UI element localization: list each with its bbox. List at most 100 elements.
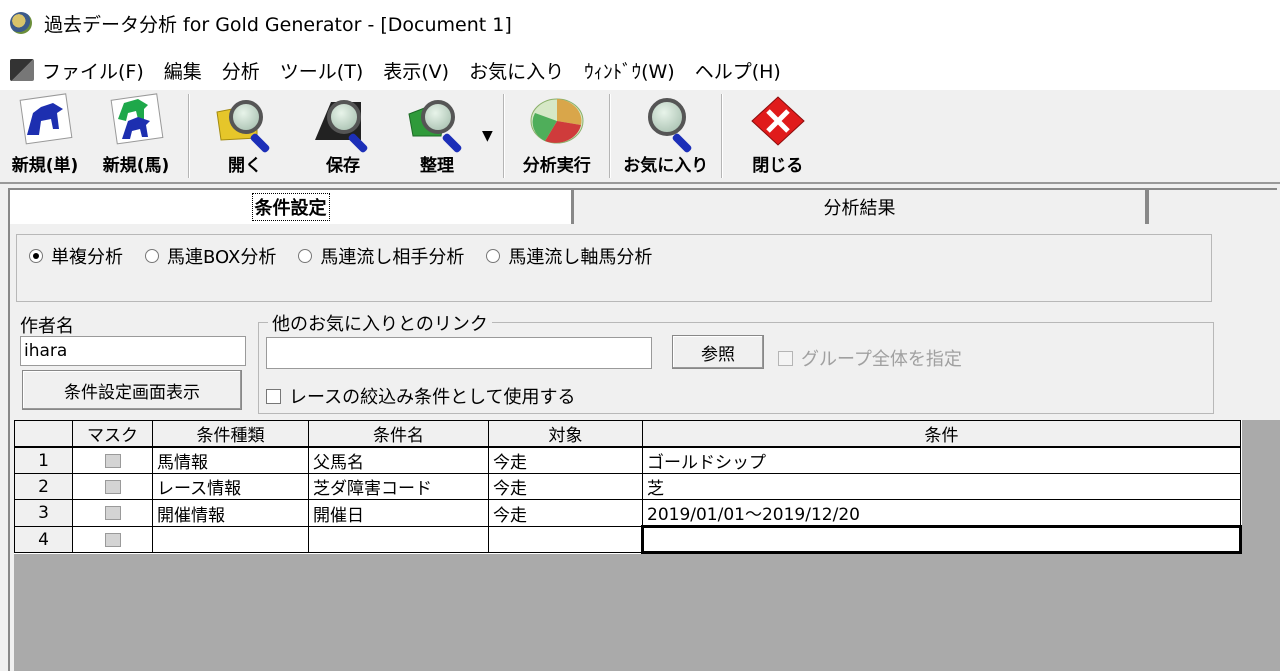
new-horse-label: 新規(馬) xyxy=(102,156,170,176)
table-row[interactable]: 4 xyxy=(14,525,1242,554)
document-menu-icon[interactable] xyxy=(10,59,34,81)
radio-quinella-partner[interactable]: 馬連流し相手分析 xyxy=(298,243,464,269)
target-cell[interactable] xyxy=(488,526,643,553)
checkbox-icon xyxy=(778,350,793,366)
open-button[interactable]: 開く xyxy=(196,94,294,182)
new-horse-button[interactable]: 新規(馬) xyxy=(90,91,182,182)
window-title: 過去データ分析 for Gold Generator - [Document 1… xyxy=(44,13,512,36)
horses-icon xyxy=(104,91,168,149)
run-analysis-button[interactable]: 分析実行 xyxy=(511,94,603,182)
favorites-button[interactable]: お気に入り xyxy=(617,94,715,182)
type-cell[interactable]: レース情報 xyxy=(152,473,309,500)
organize-dropdown-arrow-icon[interactable]: ▼ xyxy=(482,128,493,144)
radio-quinella-box[interactable]: 馬連BOX分析 xyxy=(145,243,276,269)
mask-cell[interactable] xyxy=(72,499,153,527)
menu-window[interactable]: ｳｨﾝﾄﾞｳ(W) xyxy=(584,57,675,84)
target-cell[interactable]: 今走 xyxy=(488,446,643,474)
row-number[interactable]: 4 xyxy=(14,526,73,553)
new-single-button[interactable]: 新規(単) xyxy=(0,91,90,182)
mask-checkbox-icon[interactable] xyxy=(104,453,121,468)
save-button[interactable]: 保存 xyxy=(294,94,392,182)
tab-results[interactable]: 分析結果 xyxy=(573,188,1147,224)
horse-icon xyxy=(13,91,77,149)
condition-cell[interactable]: ゴールドシップ xyxy=(642,446,1241,474)
radio-button-icon xyxy=(298,249,313,263)
link-input[interactable] xyxy=(266,337,652,369)
close-label: 閉じる xyxy=(752,156,804,176)
condition-cell[interactable]: 2019/01/01～2019/12/20 xyxy=(642,499,1241,527)
save-icon xyxy=(311,94,375,154)
favorites-label: お気に入り xyxy=(623,156,709,176)
menu-analysis[interactable]: 分析 xyxy=(222,57,260,84)
radio-button-icon xyxy=(29,249,43,263)
table-row[interactable]: 2 レース情報 芝ダ障害コード 今走 芝 xyxy=(14,473,1241,500)
row-number[interactable]: 3 xyxy=(14,499,73,527)
menu-favorites[interactable]: お気に入り xyxy=(469,57,564,84)
type-cell[interactable] xyxy=(152,526,309,553)
target-cell[interactable]: 今走 xyxy=(488,473,643,500)
close-button[interactable]: 閉じる xyxy=(729,94,827,182)
column-header-target[interactable]: 対象 xyxy=(488,420,643,448)
magnifier-icon xyxy=(421,100,455,134)
menu-view[interactable]: 表示(V) xyxy=(383,57,449,84)
radio-button-icon xyxy=(145,249,159,263)
name-cell[interactable]: 父馬名 xyxy=(308,446,489,474)
group-all-checkbox[interactable]: グループ全体を指定 xyxy=(778,345,962,371)
menu-edit[interactable]: 編集 xyxy=(164,57,202,84)
main-area: 条件設定 分析結果 単複分析 馬連BOX分析 馬連流し相手分析 馬連流し軸馬分析… xyxy=(0,182,1280,671)
magnifier-icon xyxy=(229,100,263,134)
condition-cell-focused[interactable] xyxy=(641,525,1242,554)
name-cell[interactable]: 芝ダ障害コード xyxy=(308,473,489,500)
radio-single-place[interactable]: 単複分析 xyxy=(29,243,123,269)
target-cell[interactable]: 今走 xyxy=(488,499,643,527)
mask-checkbox-icon[interactable] xyxy=(104,532,121,547)
mask-cell[interactable] xyxy=(72,473,153,500)
mask-cell[interactable] xyxy=(72,446,153,474)
menu-help[interactable]: ヘルプ(H) xyxy=(695,57,781,84)
author-label: 作者名 xyxy=(20,316,74,337)
show-conditions-screen-button[interactable]: 条件設定画面表示 xyxy=(22,370,242,410)
type-cell[interactable]: 開催情報 xyxy=(152,499,309,527)
toolbar: 新規(単) 新規(馬) 開く 保存 整理 ▼ 分析実行 お気に入り 閉じる xyxy=(0,90,1280,182)
tab-strip: 条件設定 分析結果 xyxy=(8,188,1277,224)
column-header-type[interactable]: 条件種類 xyxy=(152,420,309,448)
favorites-magnifier-icon xyxy=(634,94,698,154)
link-group-legend: 他のお気に入りとのリンク xyxy=(268,310,492,336)
browse-button[interactable]: 参照 xyxy=(672,335,764,369)
new-single-label: 新規(単) xyxy=(11,156,79,176)
column-header-condition[interactable]: 条件 xyxy=(642,420,1241,448)
toolbar-separator xyxy=(608,94,611,178)
mask-checkbox-icon[interactable] xyxy=(104,479,121,494)
name-cell[interactable] xyxy=(308,526,489,553)
open-label: 開く xyxy=(228,156,262,176)
mask-checkbox-icon[interactable] xyxy=(104,506,121,520)
mask-cell[interactable] xyxy=(72,526,153,553)
toolbar-separator xyxy=(502,94,505,178)
column-header-name[interactable]: 条件名 xyxy=(308,420,489,448)
toolbar-separator xyxy=(188,94,190,178)
condition-cell[interactable]: 芝 xyxy=(642,473,1241,500)
analysis-type-group: 単複分析 馬連BOX分析 馬連流し相手分析 馬連流し軸馬分析 xyxy=(16,234,1212,302)
app-icon xyxy=(10,12,32,34)
organize-label: 整理 xyxy=(420,156,454,176)
checkbox-icon xyxy=(266,388,281,404)
table-row[interactable]: 1 馬情報 父馬名 今走 ゴールドシップ xyxy=(14,446,1241,474)
analysis-pie-icon xyxy=(525,91,589,149)
tab-conditions[interactable]: 条件設定 xyxy=(8,188,573,224)
grid-corner-header[interactable] xyxy=(14,420,73,448)
row-number[interactable]: 2 xyxy=(14,473,73,500)
author-input[interactable]: ihara xyxy=(20,336,246,366)
column-header-mask[interactable]: マスク xyxy=(72,420,153,448)
type-cell[interactable]: 馬情報 xyxy=(152,446,309,474)
race-filter-checkbox[interactable]: レースの絞込み条件として使用する xyxy=(266,383,576,409)
run-analysis-label: 分析実行 xyxy=(522,156,591,176)
menu-tools[interactable]: ツール(T) xyxy=(280,57,363,84)
close-icon xyxy=(746,91,810,149)
menu-file[interactable]: ファイル(F) xyxy=(42,57,144,84)
conditions-grid: マスク 条件種類 条件名 対象 条件 1 馬情報 父馬名 今走 ゴールドシップ xyxy=(14,420,1242,554)
radio-quinella-axis[interactable]: 馬連流し軸馬分析 xyxy=(486,243,652,269)
name-cell[interactable]: 開催日 xyxy=(308,499,489,527)
row-number[interactable]: 1 xyxy=(14,446,73,474)
table-row[interactable]: 3 開催情報 開催日 今走 2019/01/01～2019/12/20 xyxy=(14,499,1241,527)
organize-button[interactable]: 整理 xyxy=(392,94,482,182)
